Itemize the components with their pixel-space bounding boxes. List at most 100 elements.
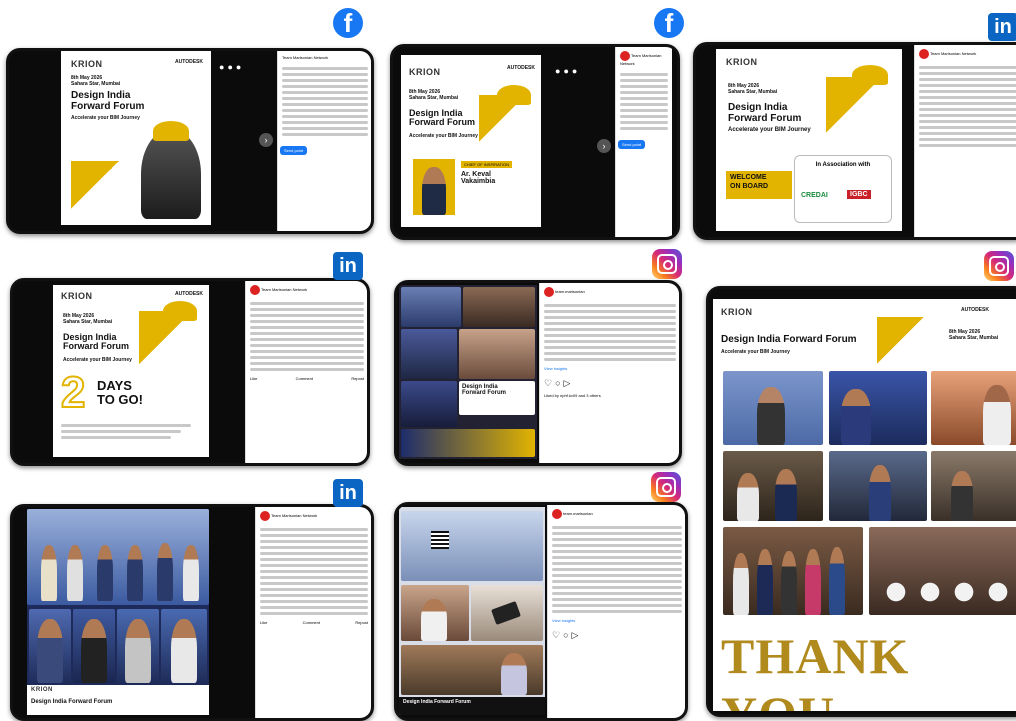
author-name: team.marlsonian <box>548 505 685 523</box>
helmet-graphic <box>153 121 189 141</box>
collage-title: Design India Forward Forum <box>31 699 113 705</box>
share-icon[interactable]: ▷ <box>572 630 579 641</box>
photo-collage: Design India Forward Forum <box>399 285 537 459</box>
autodesk-logo: AUTODESK <box>175 291 203 297</box>
post-toolbar: ● ● ● <box>219 57 244 75</box>
author-name: team.marlsonian <box>540 283 679 301</box>
author-name: Team Marlsonian Network <box>256 507 371 525</box>
event-tagline: Accelerate your BIM Journey <box>71 115 140 121</box>
krion-logo: KRION <box>409 67 441 77</box>
post-sidebar: Team Marlsonian Network Like Comment Rep… <box>245 281 367 463</box>
helmet-graphic <box>852 65 888 85</box>
event-title: Design India Forward Forum <box>728 102 802 124</box>
instagram-icon <box>651 472 681 502</box>
heart-icon[interactable]: ♡ <box>552 630 560 641</box>
repost-button[interactable]: Repost <box>351 376 364 381</box>
ig-actions: ♡ ○ ▷ <box>540 373 679 391</box>
helmet-graphic <box>163 301 197 321</box>
countdown-text: DAYS TO GO! <box>97 378 143 407</box>
krion-logo: KRION <box>721 307 753 317</box>
event-date: 8th May 2026 Sahara Star, Mumbai <box>63 313 113 325</box>
krion-logo: KRION <box>71 59 103 69</box>
post-sidebar: Team Marlsonian Network Send point <box>277 51 371 231</box>
linkedin-icon: in <box>988 13 1016 41</box>
k-shape-graphic <box>877 317 933 365</box>
tag-icon[interactable]: ● <box>227 62 232 72</box>
send-button[interactable]: Send point <box>618 140 646 149</box>
speaker-tag: CHIEF OF INSPIRATION <box>461 161 513 168</box>
instagram-icon <box>984 251 1014 281</box>
thank-you-card[interactable]: KRION AUTODESK Design India Forward Foru… <box>706 286 1016 717</box>
options-icon[interactable]: ● <box>572 66 577 76</box>
autodesk-logo: AUTODESK <box>507 65 535 71</box>
comment-button[interactable]: Comment <box>303 620 320 625</box>
speaker-photo <box>413 159 455 215</box>
countdown-number: 2 <box>60 368 87 417</box>
event-date: 8th May 2026 Sahara Star, Mumbai <box>728 83 778 95</box>
instagram-icon <box>652 249 682 279</box>
facebook-post-card-2[interactable]: KRION AUTODESK 8th May 2026 Sahara Star, … <box>390 44 680 240</box>
like-button[interactable]: Like <box>250 376 257 381</box>
post-sidebar: team.marlsonian View insights ♡ ○ ▷ Liked … <box>539 283 679 463</box>
zoom-icon[interactable]: ● <box>555 66 560 76</box>
linkedin-post-card-1[interactable]: KRION 8th May 2026 Sahara Star, Mumbai De… <box>693 42 1016 240</box>
linkedin-actions: Like Comment Repost <box>256 618 371 627</box>
krion-logo: KRION <box>31 687 53 693</box>
comment-button[interactable]: Comment <box>296 376 313 381</box>
qr-code-icon <box>431 531 449 549</box>
heart-icon[interactable]: ♡ <box>544 378 552 389</box>
linkedin-post-card-3[interactable]: KRION Design India Forward Forum Team Ma… <box>10 504 374 721</box>
collage-title: Design India Forward Forum <box>399 697 545 715</box>
share-icon[interactable]: ▷ <box>564 378 571 389</box>
send-button[interactable]: Send point <box>280 146 308 155</box>
panel-photo-collage: KRION Design India Forward Forum <box>27 509 209 715</box>
speaker-name: Ar. Keval Vakaimbia <box>461 171 496 186</box>
countdown-poster: KRION AUTODESK 8th May 2026 Sahara Star, … <box>53 285 209 457</box>
comment-icon[interactable]: ○ <box>555 378 560 388</box>
linkedin-icon: in <box>333 252 363 280</box>
repost-button[interactable]: Repost <box>355 620 368 625</box>
author-name: Team Marlsonian Network <box>282 55 329 60</box>
zoom-icon[interactable]: ● <box>219 62 224 72</box>
event-title: Design India Forward Forum <box>71 90 145 112</box>
view-insights-link[interactable]: View insights <box>548 616 685 625</box>
networking-collage: Design India Forward Forum <box>399 507 545 715</box>
event-title: Design India Forward Forum <box>63 332 130 352</box>
credai-logo: CREDAI <box>801 192 828 199</box>
post-toolbar: ● ● ● <box>555 61 580 79</box>
tag-icon[interactable]: ● <box>563 66 568 76</box>
thank-you-poster: KRION AUTODESK Design India Forward Foru… <box>713 299 1016 711</box>
k-shape-graphic <box>479 95 535 143</box>
options-icon[interactable]: ● <box>236 62 241 72</box>
linkedin-icon: in <box>333 479 363 507</box>
facebook-post-card-1[interactable]: KRION AUTODESK 8th May 2026 Sahara Star, … <box>6 48 374 234</box>
event-tagline: Accelerate your BIM Journey <box>728 127 811 133</box>
view-insights-link[interactable]: View insights <box>540 364 679 373</box>
like-button[interactable]: Like <box>260 620 267 625</box>
event-date: 8th May 2026 Sahara Star, Mumbai <box>949 329 999 341</box>
instagram-post-card-1[interactable]: Design India Forward Forum team.marlsonia… <box>394 280 682 466</box>
k-shape-graphic <box>826 77 890 137</box>
speaker-poster: KRION AUTODESK 8th May 2026 Sahara Star, … <box>401 55 541 227</box>
autodesk-logo: AUTODESK <box>961 307 989 313</box>
k-shape-graphic <box>71 161 131 221</box>
ig-actions: ♡ ○ ▷ <box>548 625 685 643</box>
linkedin-actions: Like Comment Repost <box>246 374 367 383</box>
igbc-logo: IGBC <box>847 190 871 199</box>
post-sidebar: team.marlsonian View insights ♡ ○ ▷ <box>547 505 685 718</box>
welcome-poster: KRION 8th May 2026 Sahara Star, Mumbai De… <box>716 49 902 231</box>
instagram-post-card-2[interactable]: Design India Forward Forum team.marlsoni… <box>394 502 688 721</box>
next-arrow-icon[interactable]: › <box>259 133 273 147</box>
worker-photo <box>141 129 201 219</box>
author-name: Team Marlsonian Network <box>616 47 672 70</box>
autodesk-logo: AUTODESK <box>175 59 203 65</box>
next-arrow-icon[interactable]: › <box>597 139 611 153</box>
krion-logo: KRION <box>726 57 758 67</box>
event-tagline: Accelerate your BIM Journey <box>409 133 478 139</box>
linkedin-post-card-2[interactable]: KRION AUTODESK 8th May 2026 Sahara Star, … <box>10 278 370 466</box>
post-sidebar: Team Marlsonian Network Like Comment Rep… <box>255 507 371 718</box>
facebook-icon: f <box>333 8 363 38</box>
author-name: Team Marlsonian Network <box>915 45 1016 63</box>
comment-icon[interactable]: ○ <box>563 630 568 640</box>
collage-title: Design India Forward Forum <box>462 384 507 397</box>
